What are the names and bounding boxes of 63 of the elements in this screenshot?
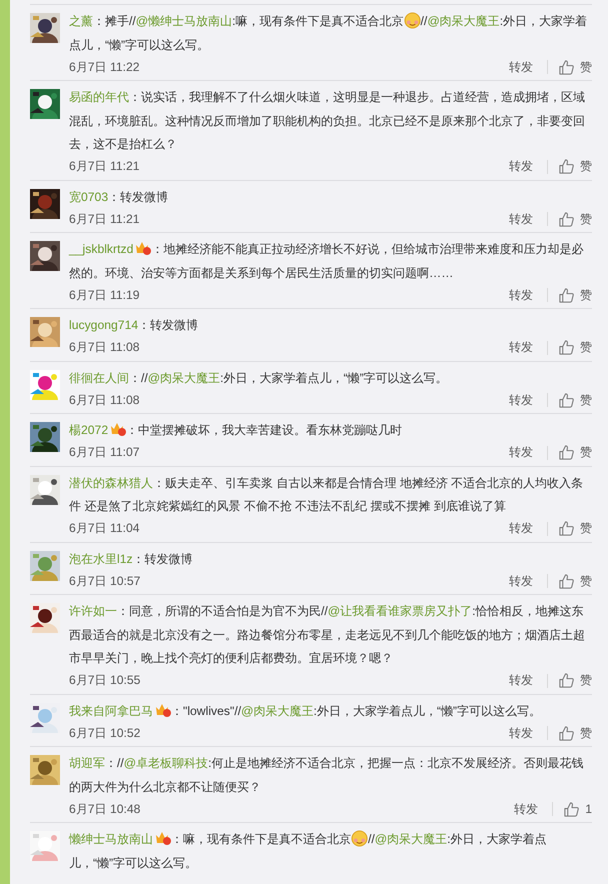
comment-time: 6月7日 10:57 [69, 572, 142, 590]
comment-time: 6月7日 11:08 [69, 339, 141, 356]
repost-link[interactable]: 转发 [509, 520, 533, 537]
like-button[interactable]: 赞 [558, 286, 592, 304]
comment-text: 胡迎军：//@卓老板聊科技:何止是地摊经济不适合北京，把握一点：北京不发展经济。否则最花钱的两大件为什么北京都不让随便买？ [69, 755, 585, 796]
thumbs-up-icon [558, 444, 575, 461]
like-button[interactable]: 赞 [558, 444, 592, 461]
repost-link[interactable]: 转发 [509, 339, 533, 356]
repost-link[interactable]: 转发 [509, 724, 533, 742]
comment-time: 6月7日 11:21 [69, 210, 141, 228]
emoji-icon [404, 12, 421, 29]
repost-link[interactable]: 转发 [509, 672, 533, 689]
comment-text: 宽0703：转发微博 [69, 188, 170, 206]
thumbs-up-icon [558, 724, 575, 742]
like-button[interactable]: 赞 [558, 392, 592, 408]
like-button[interactable]: 赞 [558, 58, 592, 76]
comment-text: 我来自阿拿巴马 ："lowlives"//@肉呆大魔王:外日，大家学着点儿，“懒”字可以这么写。 [69, 702, 542, 720]
thumbs-up-icon [558, 572, 575, 590]
comment-text: 许许如一：同意，所谓的不适合怕是为官不为民//@让我看看谁家票房又扑了:恰恰相反，地摊这东西最适合的就是北京没有之一。路边餐馆分布零星，走老远见不到几个能吃饭的地方；烟酒店土超市早早关门，晚上找个亮灯的便利店都费劲。宜居环境？嗯？ [69, 603, 586, 667]
comment-text: 潜伏的森林猎人：贩夫走卒、引车卖浆 自古以来都是合情合理 地摊经济 不适合北京的人均收入条件 还是煞了北京姹紫嫣红的风景 不偷不抢 不违法不乱纪 摆或不摆摊 到底谁说了算 [69, 474, 584, 515]
thumbs-up-icon [558, 158, 575, 175]
like-button[interactable]: 赞 [558, 339, 592, 356]
repost-link[interactable]: 转发 [509, 286, 533, 304]
thumbs-up-icon [558, 672, 575, 689]
like-button[interactable]: 赞 [558, 158, 592, 175]
comment-text: 徘徊在人间：//@肉呆大魔王:外日，大家学着点儿，“懒”字可以这么写。 [69, 370, 449, 386]
like-button[interactable]: 1 [563, 800, 592, 818]
comment-text: __jskblkrtzd ：地摊经济能不能真正拉动经济增长不好说，但给城市治理带来难度和压力却是必然的。环境、治安等方面都是关系到每个居民生活质量的切实问题啊…… [69, 240, 584, 282]
repost-link[interactable]: 转发 [509, 158, 533, 175]
comment-text: 懒绅士马放南山 ：嘛，现有条件下是真不适合北京 //@肉呆大魔王:外日，大家学着点儿，“懒”字可以这么写。 [69, 829, 548, 872]
thumbs-up-icon [558, 286, 575, 304]
thumbs-up-icon [558, 520, 575, 537]
like-button[interactable]: 赞 [558, 572, 592, 590]
comment-time: 6月7日 11:08 [69, 392, 141, 408]
like-button[interactable]: 赞 [558, 672, 592, 689]
repost-link[interactable]: 转发 [509, 210, 533, 228]
repost-link[interactable]: 转发 [509, 58, 533, 76]
comment-time: 6月7日 10:52 [69, 724, 142, 742]
comment-text: 易函的年代：说实话，我理解不了什么烟火味道，这明显是一种退步。占道经营，造成拥堵，区域混乱，环境脏乱。这种情况反而增加了职能机构的负担。北京已经不是原来那个北京了，非要变回去，这不是抬杠么？ [69, 89, 586, 153]
comment-time: 6月7日 11:22 [69, 58, 141, 76]
comment-text: lucygong714：转发微博 [69, 317, 200, 334]
like-button[interactable]: 赞 [558, 210, 592, 228]
comment-text: 之薰：摊手//@懒绅士马放南山:嘛，现有条件下是真不适合北京 //@肉呆大魔王:外日，大家学着点儿，“懒”字可以这么写。 [69, 11, 588, 54]
like-button[interactable]: 赞 [558, 520, 592, 537]
comment-time: 6月7日 10:55 [69, 672, 142, 689]
comment-time: 6月7日 11:19 [69, 286, 141, 304]
repost-link[interactable]: 转发 [514, 800, 538, 818]
comment-time: 6月7日 11:04 [69, 520, 141, 537]
thumbs-up-icon [558, 392, 575, 408]
comment-time: 6月7日 11:07 [69, 444, 141, 461]
repost-link[interactable]: 转发 [509, 444, 533, 461]
comment-time: 6月7日 11:21 [69, 158, 141, 175]
comment-text: 楊2072 ：中堂摆摊破坏，我大幸苦建设。看东林党蹦哒几时 [69, 421, 404, 439]
repost-link[interactable]: 转发 [509, 392, 533, 408]
thumbs-up-icon [558, 339, 575, 356]
thumbs-up-icon [563, 800, 580, 818]
emoji-icon [351, 830, 368, 847]
repost-link[interactable]: 转发 [509, 572, 533, 590]
comment-time: 6月7日 10:48 [69, 800, 142, 818]
thumbs-up-icon [558, 210, 575, 228]
comment-text: 泡在水里l1z：转发微博 [69, 550, 194, 568]
like-button[interactable]: 赞 [558, 724, 592, 742]
thumbs-up-icon [558, 58, 575, 76]
